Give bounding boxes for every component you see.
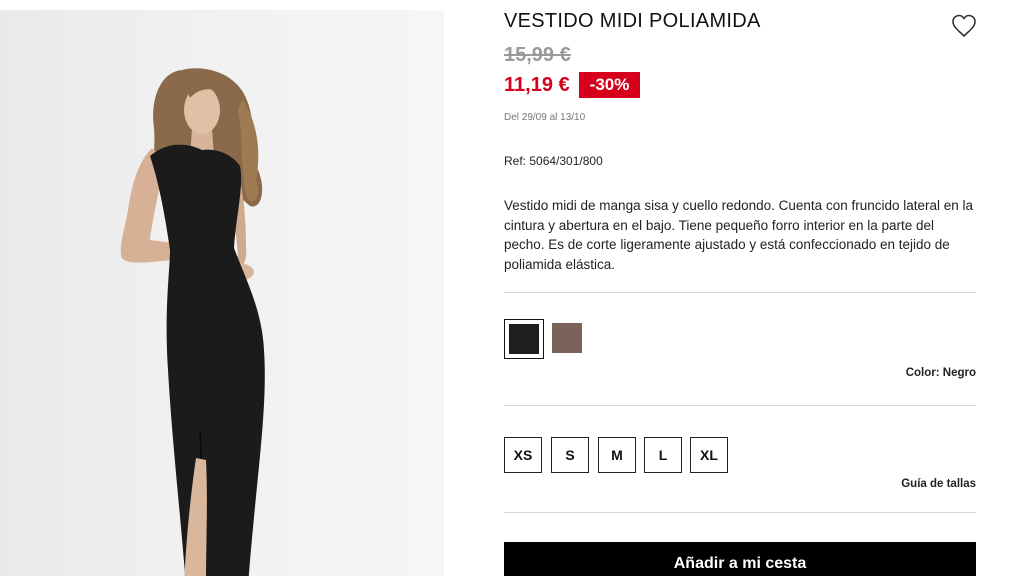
product-image[interactable] [0, 10, 444, 576]
sale-price: 11,19 € [504, 74, 570, 96]
original-price: 15,99 € [504, 44, 571, 66]
selected-color-label: Color: Negro [905, 367, 976, 379]
add-to-cart-button[interactable]: Añadir a mi cesta [504, 542, 976, 576]
size-button-xl[interactable]: XL [690, 437, 728, 473]
model-photo [120, 68, 265, 576]
divider [504, 512, 976, 513]
color-swatch-brown[interactable] [548, 319, 588, 359]
divider [504, 405, 976, 406]
size-guide-link[interactable]: Guía de tallas [901, 478, 976, 490]
size-button-l[interactable]: L [644, 437, 682, 473]
product-title: VESTIDO MIDI POLIAMIDA [504, 10, 761, 32]
size-button-m[interactable]: M [598, 437, 636, 473]
color-swatch-fill [552, 323, 582, 353]
heart-icon[interactable] [950, 12, 978, 40]
size-button-xs[interactable]: XS [504, 437, 542, 473]
product-info-panel: VESTIDO MIDI POLIAMIDA 15,99 € 11,19 € -… [504, 0, 976, 576]
color-swatch-black[interactable] [504, 319, 544, 359]
promotion-dates: Del 29/09 al 13/10 [504, 112, 586, 123]
color-swatch-fill [509, 324, 539, 354]
product-reference: Ref: 5064/301/800 [504, 154, 603, 168]
product-description: Vestido midi de manga sisa y cuello redo… [504, 198, 974, 272]
discount-badge: -30% [579, 72, 640, 98]
size-button-s[interactable]: S [551, 437, 589, 473]
divider [504, 292, 976, 293]
